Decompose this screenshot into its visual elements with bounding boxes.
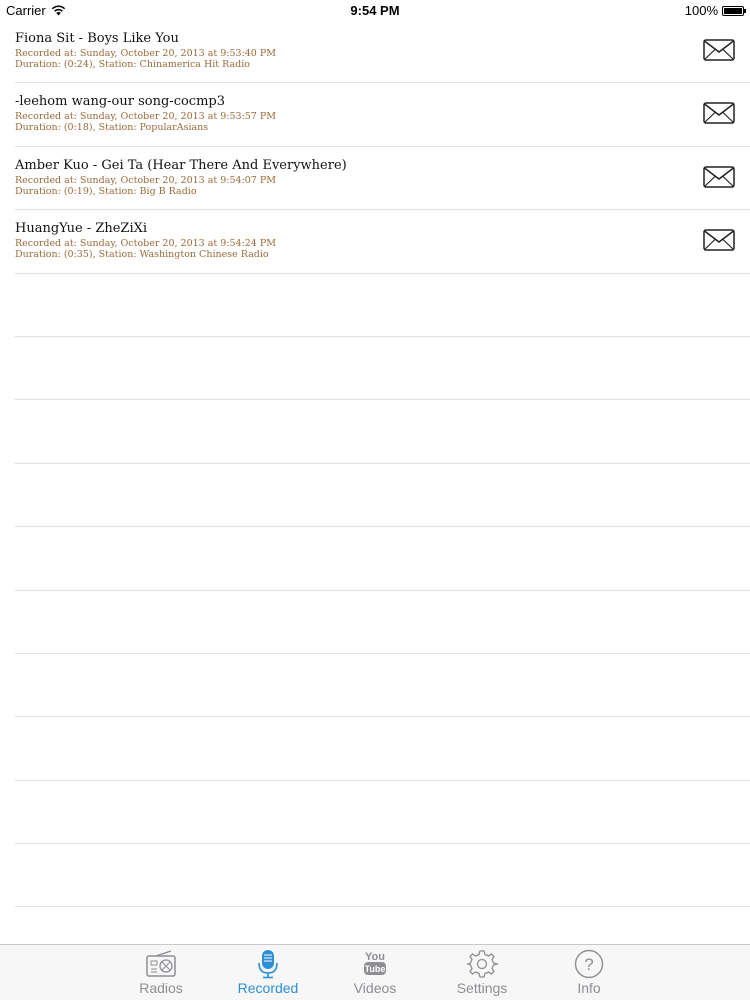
status-time: 9:54 PM: [350, 3, 400, 18]
youtube-icon-text-bottom: Tube: [365, 964, 386, 974]
recording-row[interactable]: HuangYue - ZheZiXi Recorded at: Sunday, …: [15, 210, 750, 274]
empty-row: [15, 717, 750, 781]
recording-title: Fiona Sit - Boys Like You: [15, 31, 179, 46]
tab-label: Radios: [139, 980, 183, 996]
empty-row: [15, 274, 750, 337]
youtube-icon: You Tube: [364, 951, 386, 975]
recording-timestamp: Recorded at: Sunday, October 20, 2013 at…: [15, 238, 276, 250]
tab-bar: Radios Recorded You Tube Videos Settings…: [0, 944, 750, 1000]
question-icon: ?: [574, 949, 604, 979]
question-glyph: ?: [584, 955, 593, 974]
tab-videos[interactable]: You Tube Videos: [335, 949, 415, 999]
recording-details: Duration: (0:24), Station: Chinamerica H…: [15, 59, 250, 70]
empty-row: [15, 337, 750, 401]
tab-settings[interactable]: Settings: [442, 949, 522, 999]
recording-row[interactable]: Fiona Sit - Boys Like You Recorded at: S…: [15, 20, 750, 84]
recording-timestamp: Recorded at: Sunday, October 20, 2013 at…: [15, 174, 276, 186]
status-bar: Carrier 9:54 PM 100%: [0, 0, 750, 22]
empty-row: [15, 591, 750, 654]
empty-row: [15, 400, 750, 464]
recording-details: Duration: (0:35), Station: Washington Ch…: [15, 249, 269, 261]
empty-row: [15, 654, 750, 718]
tab-recorded[interactable]: Recorded: [228, 949, 308, 999]
empty-row: [15, 844, 750, 908]
battery-percentage: 100%: [684, 3, 718, 18]
recording-timestamp: Recorded at: Sunday, October 20, 2013 at…: [15, 48, 276, 59]
recording-title: HuangYue - ZheZiXi: [15, 221, 148, 237]
envelope-icon[interactable]: [703, 166, 735, 188]
empty-row: [15, 781, 750, 845]
recording-row[interactable]: Amber Kuo - Gei Ta (Hear There And Every…: [15, 147, 750, 211]
tab-radios[interactable]: Radios: [121, 949, 201, 999]
battery-icon: [722, 5, 746, 16]
recordings-list: Fiona Sit - Boys Like You Recorded at: S…: [0, 20, 750, 908]
tab-label: Info: [577, 980, 601, 996]
empty-row: [15, 464, 750, 528]
recording-title: Amber Kuo - Gei Ta (Hear There And Every…: [15, 157, 347, 173]
radio-icon: [146, 950, 176, 977]
envelope-icon[interactable]: [703, 39, 735, 61]
microphone-icon: [258, 950, 278, 979]
tab-info[interactable]: ? Info: [549, 949, 629, 999]
recording-details: Duration: (0:18), Station: PopularAsians: [15, 122, 209, 134]
recording-timestamp: Recorded at: Sunday, October 20, 2013 at…: [15, 111, 276, 123]
envelope-icon[interactable]: [703, 102, 735, 125]
empty-row: [15, 527, 750, 591]
envelope-icon[interactable]: [703, 229, 735, 251]
youtube-icon-text-top: You: [365, 951, 385, 963]
recording-details: Duration: (0:19), Station: Big B Radio: [15, 185, 197, 197]
gear-icon: [466, 950, 499, 978]
tab-label: Videos: [353, 980, 397, 996]
recording-row[interactable]: -leehom wang-our song-cocmp3 Recorded at…: [15, 83, 750, 147]
tab-label: Recorded: [237, 980, 299, 996]
tab-label: Settings: [456, 980, 508, 996]
recording-title: -leehom wang-our song-cocmp3: [15, 94, 225, 110]
